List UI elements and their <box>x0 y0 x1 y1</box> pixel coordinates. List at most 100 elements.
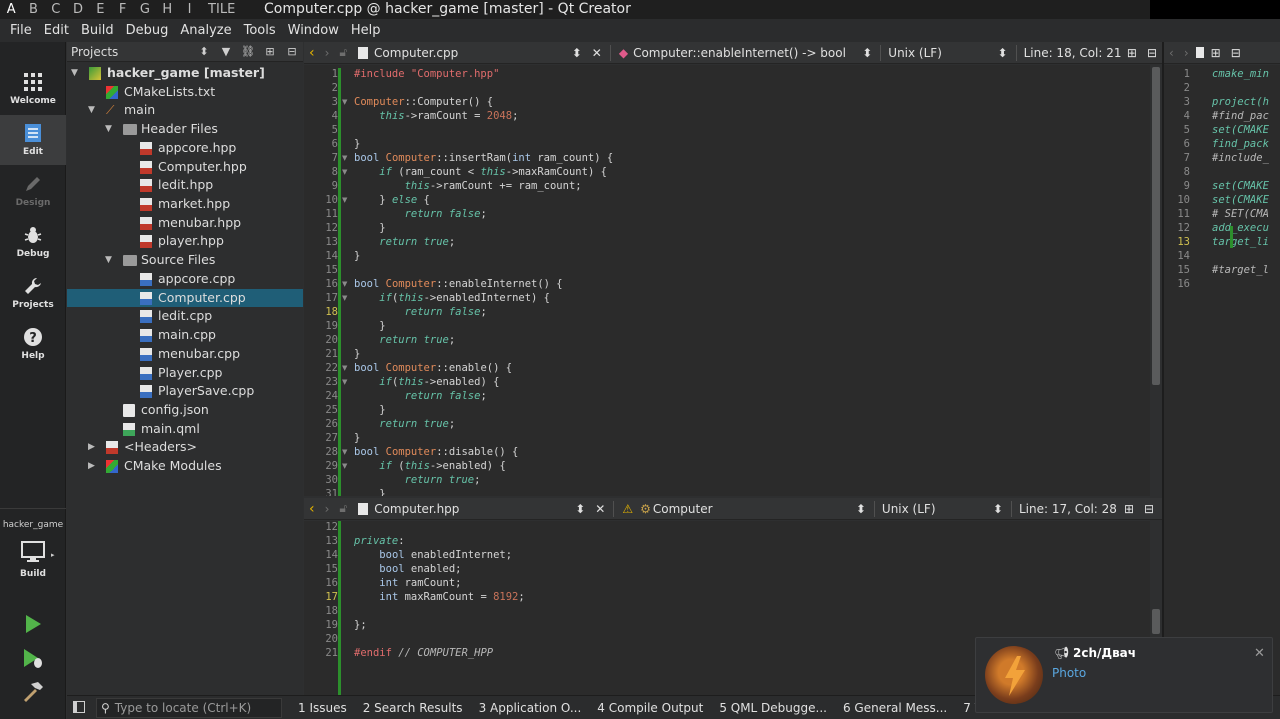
expand-arrow-down-icon[interactable]: ▼ <box>105 120 115 139</box>
symbol-dropdown-icon[interactable]: ⬍ <box>857 46 877 60</box>
workspace-tab[interactable]: D <box>67 2 89 17</box>
close-split-icon[interactable]: ⊟ <box>1142 46 1162 60</box>
debug-run-button[interactable] <box>21 646 45 670</box>
build-button[interactable] <box>21 680 45 704</box>
fold-marker-icon[interactable]: ▼ <box>342 378 347 386</box>
code-editor-right[interactable]: 1 cmake_min 2 3 project(h 4 #find_pac 5 set(CMAK… <box>1164 65 1280 695</box>
symbol-selector[interactable]: Computer::enableInternet() -> bool <box>633 46 857 60</box>
workspace-tab[interactable]: C <box>45 2 67 17</box>
mode-projects[interactable]: Projects <box>0 268 66 318</box>
line-ending-dropdown-icon[interactable]: ⬍ <box>993 46 1013 60</box>
close-split-icon[interactable]: ⊟ <box>1139 502 1159 516</box>
notification-popup[interactable]: 📢︎ 2ch/Двач Photo ✕ <box>975 637 1273 713</box>
tree-item[interactable]: market.hpp <box>67 195 303 214</box>
line-ending-select[interactable]: Unix (LF) <box>878 502 988 516</box>
menu-window[interactable]: Window <box>282 19 345 42</box>
split-editor-icon[interactable]: ⊞ <box>1122 46 1142 60</box>
output-tab[interactable]: 4 Compile Output <box>589 701 711 715</box>
menu-edit[interactable]: Edit <box>38 19 75 42</box>
tree-item[interactable]: Computer.hpp <box>67 158 303 177</box>
symbol-selector[interactable]: Computer <box>653 502 851 516</box>
close-pane-icon[interactable]: ⊟ <box>281 45 303 58</box>
fold-marker-icon[interactable]: ▼ <box>342 196 347 204</box>
tree-item[interactable]: PlayerSave.cpp <box>67 382 303 401</box>
tree-item[interactable]: ▼ Header Files <box>67 120 303 139</box>
kit-selector[interactable]: ▸ Build <box>0 537 66 582</box>
tree-item[interactable]: appcore.hpp <box>67 139 303 158</box>
vertical-scrollbar[interactable] <box>1150 65 1162 496</box>
menu-tools[interactable]: Tools <box>238 19 282 42</box>
fold-marker-icon[interactable]: ▼ <box>342 280 347 288</box>
mode-edit[interactable]: Edit <box>0 115 66 165</box>
mode-design[interactable]: Design <box>0 166 66 216</box>
forward-icon[interactable]: › <box>320 46 335 60</box>
expand-arrow-down-icon[interactable]: ▼ <box>71 64 81 83</box>
tree-item[interactable]: ▼ Source Files <box>67 251 303 270</box>
workspace-tab[interactable]: B <box>22 2 44 17</box>
workspace-tab[interactable]: I <box>178 2 200 17</box>
tree-item[interactable]: menubar.cpp <box>67 345 303 364</box>
scrollbar-thumb[interactable] <box>1152 67 1160 385</box>
tree-item[interactable]: ▶ <Headers> <box>67 438 303 457</box>
tree-item[interactable]: CMakeLists.txt <box>67 83 303 102</box>
workspace-tab[interactable]: E <box>89 2 111 17</box>
workspace-tab[interactable]: F <box>111 2 133 17</box>
tree-item[interactable]: player.hpp <box>67 232 303 251</box>
filter-icon[interactable]: ▼ <box>215 45 237 58</box>
code-editor-top[interactable]: 1 2 3 ▼ 4 5 6 7 ▼ 8 ▼ 9 10 ▼ 11 12 13 14 15 16 ▼ 17 ▼ 18 19 20 21 2… <box>304 65 1162 496</box>
fold-marker-icon[interactable]: ▼ <box>342 462 347 470</box>
forward-icon[interactable]: › <box>1179 46 1194 60</box>
output-tab[interactable]: 5 QML Debugge... <box>711 701 835 715</box>
menu-file[interactable]: File <box>4 19 38 42</box>
cursor-position[interactable]: Line: 17, Col: 28 <box>1015 502 1119 516</box>
split-editor-icon[interactable]: ⊞ <box>1119 502 1139 516</box>
document-selector[interactable]: Computer.cpp <box>374 46 567 60</box>
document-dropdown-icon[interactable]: ⬍ <box>567 46 587 60</box>
menu-build[interactable]: Build <box>75 19 120 42</box>
tree-item[interactable]: ledit.cpp <box>67 307 303 326</box>
expand-arrow-down-icon[interactable]: ▼ <box>105 251 115 270</box>
run-button[interactable] <box>21 612 45 636</box>
workspace-tab[interactable]: TILE <box>205 2 239 17</box>
link-icon[interactable]: ⛓ <box>237 45 259 58</box>
fold-marker-icon[interactable]: ▼ <box>342 98 347 106</box>
locator-input[interactable]: ⚲ Type to locate (Ctrl+K) <box>96 697 282 718</box>
line-ending-select[interactable]: Unix (LF) <box>884 46 992 60</box>
tree-item[interactable]: main.cpp <box>67 326 303 345</box>
tree-item[interactable]: ▶ CMake Modules <box>67 457 303 476</box>
back-icon[interactable]: ‹ <box>304 45 320 61</box>
workspace-tab[interactable]: A <box>0 2 22 17</box>
view-select-arrows-icon[interactable]: ⬍ <box>193 45 215 58</box>
tree-item[interactable]: ▼ hacker_game [master] <box>67 64 303 83</box>
document-selector[interactable]: Computer.hpp <box>374 502 570 516</box>
scrollbar-thumb[interactable] <box>1152 609 1160 634</box>
output-tab[interactable]: 1 Issues <box>290 701 355 715</box>
fold-marker-icon[interactable]: ▼ <box>342 294 347 302</box>
split-icon[interactable]: ⊞ <box>259 45 281 58</box>
back-icon[interactable]: ‹ <box>304 501 320 517</box>
close-document-icon[interactable]: ✕ <box>590 502 610 516</box>
fold-marker-icon[interactable]: ▼ <box>342 168 347 176</box>
expand-arrow-right-icon[interactable]: ▶ <box>88 438 98 457</box>
tree-item[interactable]: config.json <box>67 401 303 420</box>
forward-icon[interactable]: › <box>320 502 335 516</box>
expand-arrow-right-icon[interactable]: ▶ <box>88 457 98 476</box>
back-icon[interactable]: ‹ <box>1164 46 1179 60</box>
tree-item[interactable]: main.qml <box>67 420 303 439</box>
mode-help[interactable]: ? Help <box>0 319 66 369</box>
output-tab[interactable]: 2 Search Results <box>355 701 471 715</box>
symbol-dropdown-icon[interactable]: ⬍ <box>851 502 871 516</box>
close-split-icon[interactable]: ⊟ <box>1226 46 1246 60</box>
close-document-icon[interactable]: ✕ <box>587 46 607 60</box>
projects-view-select[interactable]: Projects <box>71 45 193 59</box>
tree-item[interactable]: ▼ ⟋ main <box>67 101 303 120</box>
tree-item[interactable]: menubar.hpp <box>67 214 303 233</box>
tree-item[interactable]: Computer.cpp <box>67 288 303 308</box>
tree-item[interactable]: appcore.cpp <box>67 270 303 289</box>
fold-marker-icon[interactable]: ▼ <box>342 154 347 162</box>
menu-help[interactable]: Help <box>345 19 387 42</box>
tree-item[interactable]: ledit.hpp <box>67 176 303 195</box>
close-icon[interactable]: ✕ <box>1254 646 1265 661</box>
expand-arrow-down-icon[interactable]: ▼ <box>88 101 98 120</box>
output-tab[interactable]: 6 General Mess... <box>835 701 955 715</box>
